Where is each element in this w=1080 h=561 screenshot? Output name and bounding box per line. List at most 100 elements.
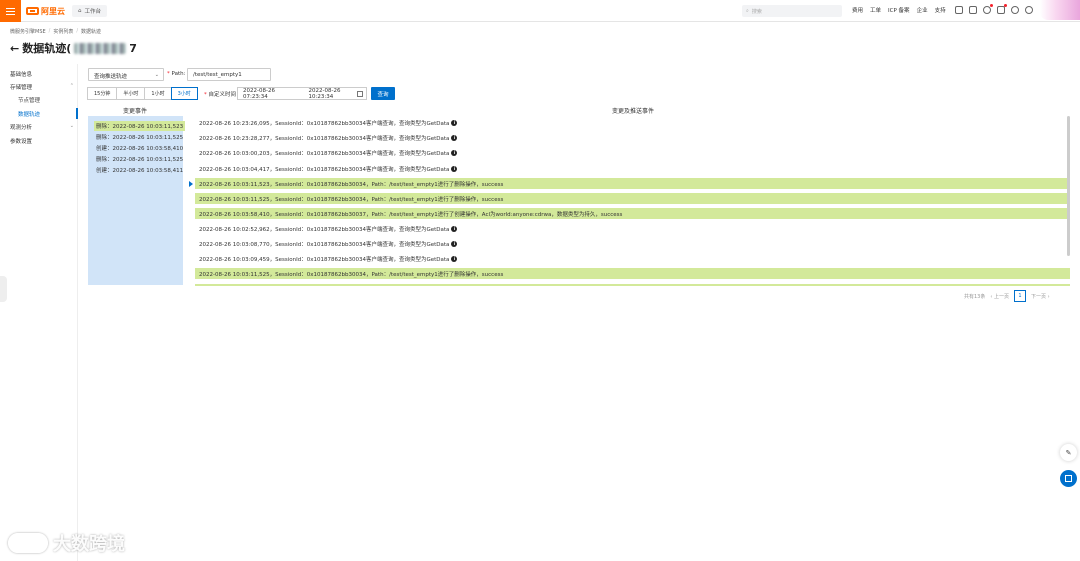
table-row[interactable]: 2022-08-26 10:03:11,525，SessionId：0x1018… [195,193,1070,204]
breadcrumb-instance-list[interactable]: 实例列表 [53,28,73,35]
info-icon[interactable]: i [451,255,458,262]
top-nav: 费用 工单 ICP 备案 企业 支持 [852,6,946,14]
pagination: 共有13条 ‹ 上一页 1 下一页 › [964,290,1050,302]
list-item[interactable]: 删除：2022-08-26 10:03:11,525 [96,133,183,141]
custom-time-label: * 自定义时间 [204,92,237,98]
nav-support[interactable]: 支持 [935,6,946,14]
aliyun-logo-icon [26,7,39,15]
nav-enterprise[interactable]: 企业 [917,6,928,14]
time-1h-button[interactable]: 1小时 [144,87,172,100]
sidebar-item-nodes[interactable]: 节点管理 [18,96,82,104]
page-title-tail: 7 [129,41,137,55]
horizontal-scrollbar[interactable] [195,284,1070,286]
prev-page-button[interactable]: ‹ 上一页 [990,293,1009,300]
info-icon[interactable]: i [451,165,458,172]
bell-icon[interactable] [983,4,993,14]
search-placeholder: 搜索 [751,8,762,15]
sidebar-item-label: 节点管理 [18,98,41,104]
sidebar-item-observability[interactable]: 观测分析 ⌄ [10,123,74,131]
info-icon[interactable]: i [451,240,458,247]
grid-icon[interactable] [1060,470,1077,487]
watermark: 大数跨境 [8,530,125,556]
query-button[interactable]: 查询 [371,87,395,100]
custom-time-label-text: 自定义时间 [208,92,237,98]
table-row[interactable]: 2022-08-26 10:03:11,523，SessionId：0x1018… [195,178,1070,189]
page-title-text: 数据轨迹( [22,42,72,55]
search-icon: ⌕ [746,8,749,14]
total-count: 共有13条 [964,293,986,300]
nav-tickets[interactable]: 工单 [870,6,881,14]
workbench-label: 工作台 [84,9,102,15]
watermark-logo [8,533,48,553]
table-row[interactable]: 2022-08-26 10:23:26,095，SessionId：0x1018… [195,117,1070,128]
sidebar-item-storage[interactable]: 存储管理 ⌃ [10,83,74,91]
info-icon[interactable]: i [451,149,458,156]
table-row[interactable]: 2022-08-26 10:03:09,459，SessionId：0x1018… [195,253,1070,264]
nav-fees[interactable]: 费用 [852,6,863,14]
row-text: 2022-08-26 10:03:08,770，SessionId：0x1018… [199,241,450,248]
page-title: ← 数据轨迹( 7 [10,40,137,56]
list-item[interactable]: 创建：2022-08-26 10:03:58,411 [96,166,183,174]
workbench-button[interactable]: ⌂ 工作台 [72,5,108,17]
menu-icon[interactable] [0,0,21,22]
chevron-left-icon: ‹ [990,293,993,300]
table-row[interactable]: 2022-08-26 10:23:28,277，SessionId：0x1018… [195,132,1070,143]
row-text: 2022-08-26 10:03:11,525，SessionId：0x1018… [199,196,504,203]
sidebar-item-label: 存储管理 [10,85,33,91]
query-type-value: 查询推送轨迹 [94,74,128,80]
lightbulb-icon[interactable] [1011,6,1019,14]
date-range-picker[interactable]: 2022-08-26 07:23:34 2022-08-26 10:23:34 [237,87,367,100]
row-text: 2022-08-26 10:03:58,410，SessionId：0x1018… [199,211,623,218]
row-text: 2022-08-26 10:03:11,523，SessionId：0x1018… [199,181,504,188]
table-row[interactable]: 2022-08-26 10:03:11,525，SessionId：0x1018… [195,268,1070,279]
next-page-button[interactable]: 下一页 › [1031,293,1050,300]
breadcrumb-mse[interactable]: 微服务引擎MSE [10,28,46,35]
watermark-text: 大数跨境 [53,534,125,555]
cart-icon[interactable] [997,4,1007,14]
table-row[interactable]: 2022-08-26 10:02:52,962，SessionId：0x1018… [195,223,1070,234]
nav-icp[interactable]: ICP 备案 [888,6,910,14]
time-15min-button[interactable]: 15分钟 [87,87,118,100]
sidebar-active-indicator [76,108,78,119]
table-row[interactable]: 2022-08-26 10:03:00,203，SessionId：0x1018… [195,147,1070,158]
vertical-scrollbar[interactable] [1067,116,1070,256]
list-item[interactable]: 创建：2022-08-26 10:03:58,410 [96,144,183,152]
edit-icon[interactable]: ✎ [1060,444,1077,461]
time-30min-button[interactable]: 半小时 [116,87,146,100]
terminal-icon[interactable] [955,6,963,14]
chevron-up-icon: ⌃ [69,83,74,89]
chevron-right-icon: › [1047,293,1050,300]
sidebar-collapse-handle[interactable] [0,276,7,302]
logo-text: 阿里云 [41,6,65,16]
back-arrow-icon[interactable]: ← [10,42,19,55]
search-input[interactable]: ⌕ 搜索 [742,5,842,17]
time-3h-button[interactable]: 3小时 [170,87,198,100]
calendar-icon [357,91,363,97]
path-input[interactable]: /test/test_empty1 [187,68,271,81]
info-icon[interactable]: i [451,225,458,232]
list-item[interactable]: 删除：2022-08-26 10:03:11,525 [96,155,183,163]
query-type-select[interactable]: 查询推送轨迹 ⌄ [88,68,164,81]
time-range-buttons: 15分钟 半小时 1小时 3小时 [87,87,198,100]
chevron-down-icon: ⌄ [69,123,74,129]
path-input-value: /test/test_empty1 [193,72,242,78]
table-row[interactable]: 2022-08-26 10:03:08,770，SessionId：0x1018… [195,238,1070,249]
breadcrumb-separator: / [76,28,79,34]
row-text: 2022-08-26 10:02:52,962，SessionId：0x1018… [199,226,450,233]
page-number-current[interactable]: 1 [1013,290,1026,302]
help-icon[interactable] [1025,6,1033,14]
sidebar-item-params[interactable]: 参数设置 [10,137,74,145]
breadcrumb: 微服务引擎MSE / 实例列表 / 数据轨迹 [10,28,101,35]
user-avatar[interactable] [1040,0,1080,20]
sidebar-item-label: 参数设置 [10,139,33,145]
message-icon[interactable] [969,6,977,14]
table-row[interactable]: 2022-08-26 10:03:58,410，SessionId：0x1018… [195,208,1070,219]
sidebar-item-data-trace[interactable]: 数据轨迹 [18,110,82,118]
info-icon[interactable]: i [451,119,458,126]
list-item[interactable]: 删除：2022-08-26 10:03:11,523 [94,121,186,131]
right-panel-header: 变更及推送事件 [612,108,655,115]
info-icon[interactable]: i [451,134,458,141]
table-row[interactable]: 2022-08-26 10:03:04,417，SessionId：0x1018… [195,163,1070,174]
aliyun-logo[interactable]: 阿里云 [26,5,65,17]
sidebar-item-basic-info[interactable]: 基础信息 [10,70,74,78]
